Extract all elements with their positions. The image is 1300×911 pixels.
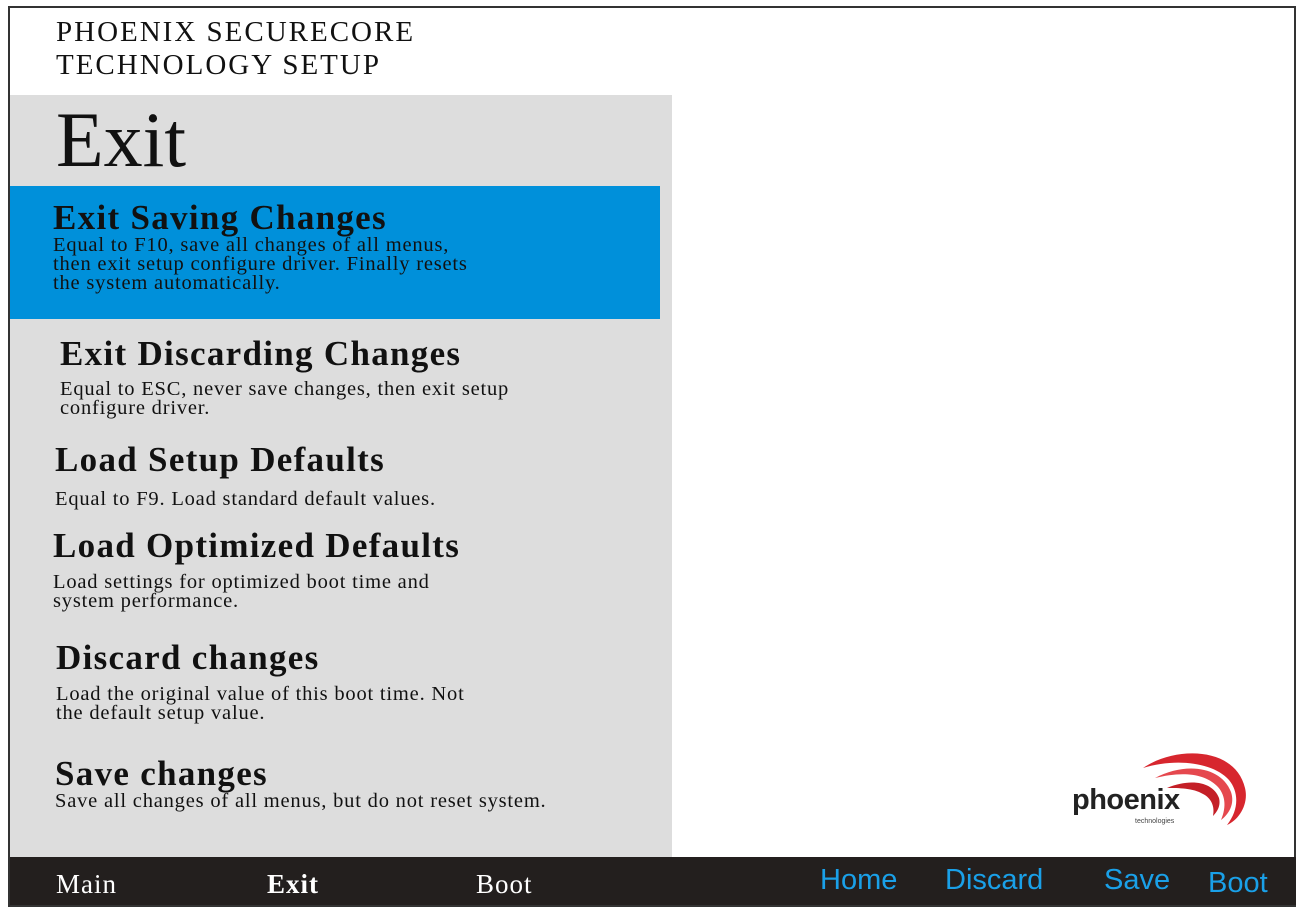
menu-item-exit-saving-changes[interactable]: Exit Saving Changes Equal to F10, save a…	[10, 186, 660, 319]
phoenix-logo: phoenix technologies	[1065, 748, 1255, 828]
logo-wordmark: phoenix	[1072, 784, 1180, 816]
menu-item-load-optimized-defaults[interactable]: Load Optimized Defaults Load settings fo…	[10, 526, 660, 626]
app-title: PHOENIX SECURECORE TECHNOLOGY SETUP	[56, 16, 415, 82]
menu-item-label: Exit Discarding Changes	[60, 334, 462, 373]
menu-item-load-setup-defaults[interactable]: Load Setup Defaults Equal to F9. Load st…	[10, 440, 660, 515]
menu-item-description: Equal to F10, save all changes of all me…	[53, 234, 468, 294]
menu-item-description: Save all changes of all menus, but do no…	[55, 790, 547, 812]
tab-boot[interactable]: Boot	[476, 868, 533, 900]
menu-item-label: Save changes	[55, 754, 268, 793]
save-button[interactable]: Save	[1104, 863, 1170, 897]
menu-item-description: Load the original value of this boot tim…	[56, 683, 465, 724]
app-title-line-1: PHOENIX SECURECORE	[56, 16, 416, 48]
menu-item-label: Exit Saving Changes	[53, 198, 387, 237]
boot-button[interactable]: Boot	[1208, 866, 1268, 900]
page-title: Exit	[56, 96, 186, 183]
menu-item-discard-changes[interactable]: Discard changes Load the original value …	[10, 638, 660, 738]
menu-item-label: Load Setup Defaults	[55, 440, 386, 479]
logo-subtext: technologies	[1135, 818, 1175, 825]
menu-item-exit-discarding-changes[interactable]: Exit Discarding Changes Equal to ESC, ne…	[10, 332, 660, 432]
tab-exit[interactable]: Exit	[267, 868, 319, 900]
discard-button[interactable]: Discard	[945, 863, 1043, 897]
tab-main[interactable]: Main	[56, 868, 117, 900]
home-button[interactable]: Home	[820, 863, 897, 897]
menu-item-description: Equal to F9. Load standard default value…	[55, 488, 436, 510]
menu-item-description: Equal to ESC, never save changes, then e…	[60, 378, 510, 419]
app-title-line-2: TECHNOLOGY SETUP	[56, 49, 381, 81]
menu-item-description: Load settings for optimized boot time an…	[53, 571, 430, 612]
menu-item-label: Discard changes	[56, 638, 320, 677]
menu-item-label: Load Optimized Defaults	[53, 526, 461, 565]
menu-item-save-changes[interactable]: Save changes Save all changes of all men…	[10, 756, 660, 820]
